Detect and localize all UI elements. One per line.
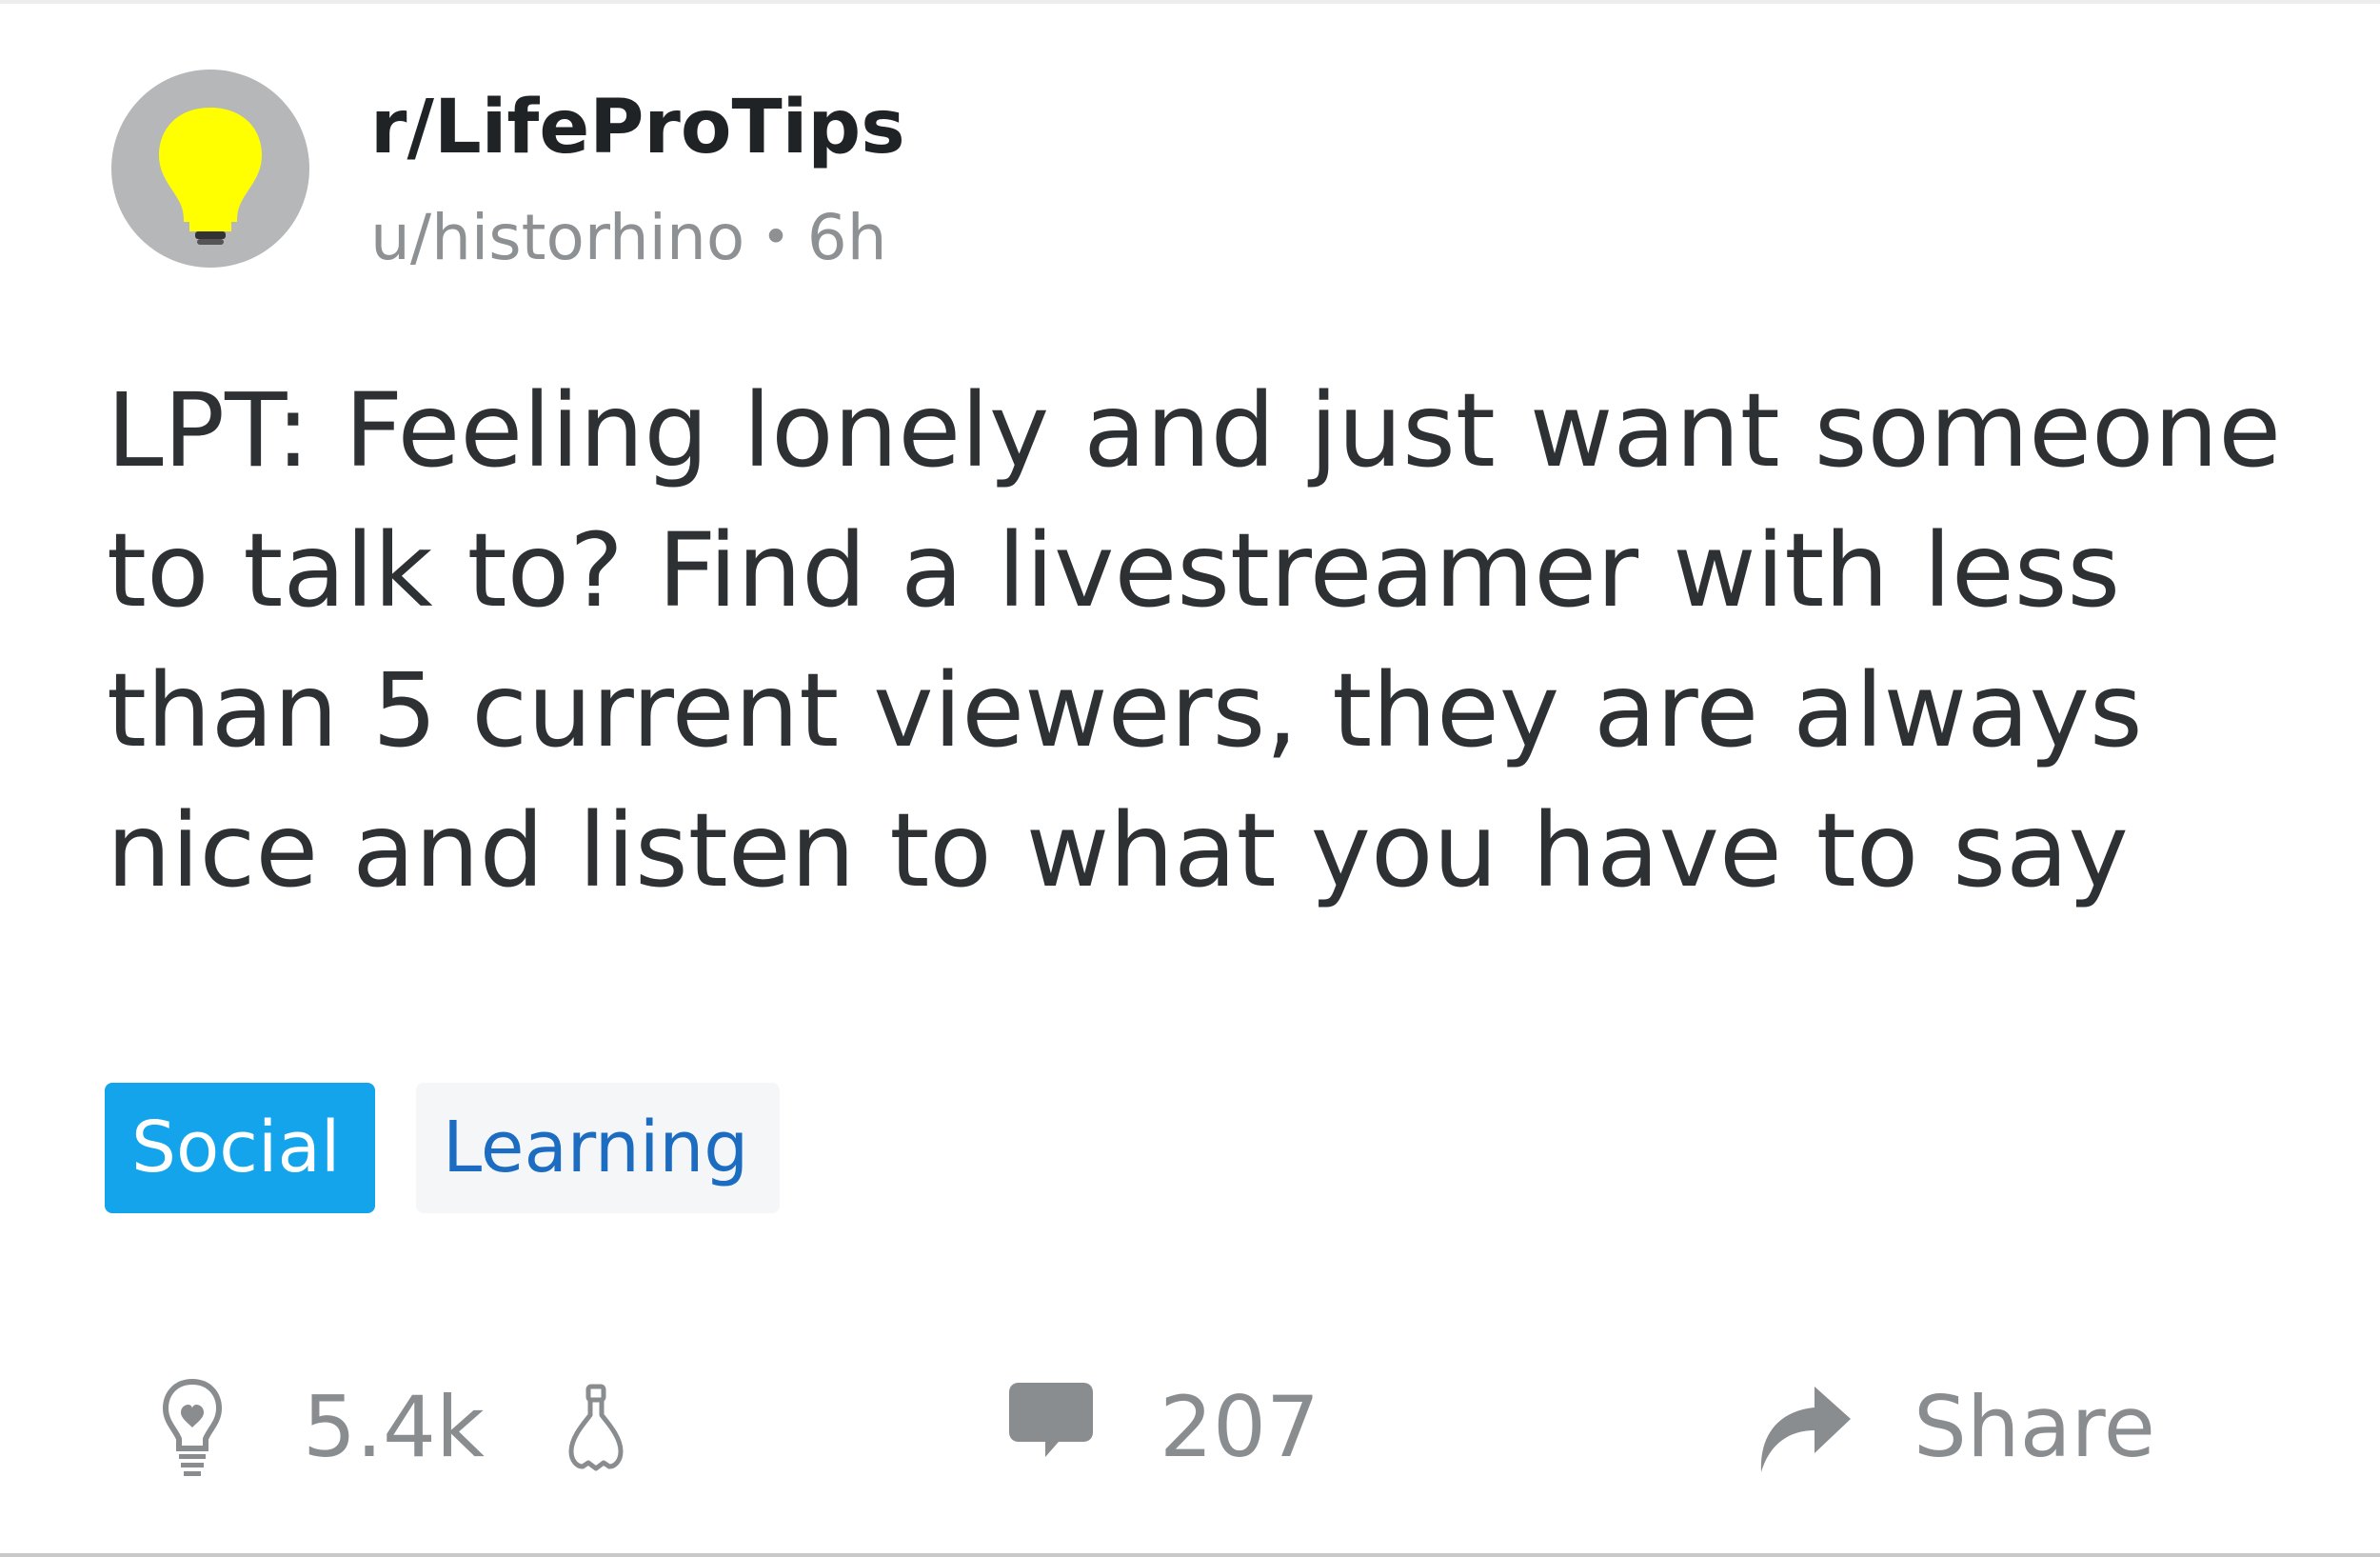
share-arrow-icon[interactable] bbox=[1754, 1373, 1854, 1474]
lightbulb-upvote-icon[interactable] bbox=[160, 1378, 225, 1477]
comment-count[interactable]: 207 bbox=[1160, 1366, 1319, 1489]
flair-learning[interactable]: Learning bbox=[416, 1083, 780, 1213]
post-age: 6h bbox=[806, 201, 887, 274]
post-meta: u/historhino • 6h bbox=[370, 197, 887, 278]
lightbulb-downvote-icon[interactable] bbox=[564, 1383, 628, 1474]
subreddit-avatar[interactable] bbox=[111, 70, 309, 268]
comment-bubble-icon[interactable] bbox=[1007, 1379, 1095, 1467]
post-title[interactable]: LPT: Feeling lonely and just want someon… bbox=[107, 362, 2325, 922]
subreddit-name[interactable]: r/LifeProTips bbox=[370, 82, 905, 173]
lightbulb-icon bbox=[159, 108, 262, 245]
flair-social[interactable]: Social bbox=[105, 1083, 375, 1213]
share-button[interactable]: Share bbox=[1914, 1366, 2155, 1489]
post-card[interactable]: r/LifeProTips u/historhino • 6h LPT: Feeli… bbox=[0, 0, 2380, 1557]
vote-count: 5.4k bbox=[303, 1378, 485, 1476]
author-link[interactable]: u/historhino bbox=[370, 201, 744, 274]
meta-separator: • bbox=[762, 210, 790, 265]
